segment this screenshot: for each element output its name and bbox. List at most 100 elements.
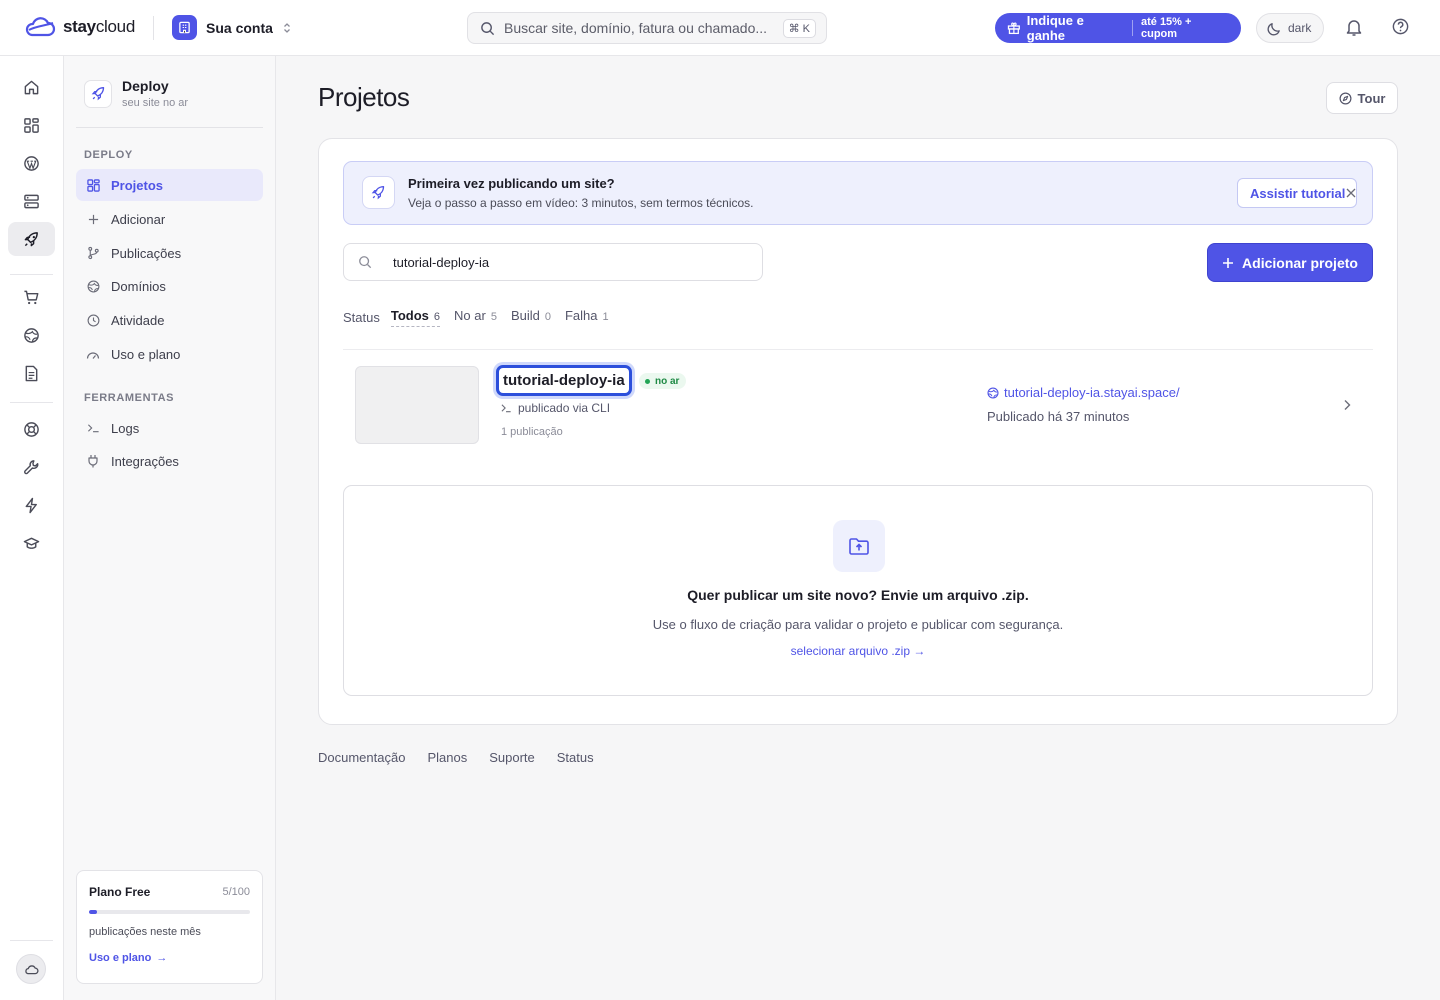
projects-card: Primeira vez publicando um site? Veja o … (318, 138, 1398, 725)
sidebar-item-projetos[interactable]: Projetos (76, 169, 263, 201)
referral-label: Indique e ganhe (1026, 13, 1084, 43)
upload-subtitle: Use o fluxo de criação para validar o pr… (652, 617, 1064, 632)
rail-item-domains[interactable] (8, 318, 55, 352)
arrow-right-icon: → (156, 952, 168, 964)
folder-upload-icon (833, 520, 885, 572)
sidebar-item-integracoes[interactable]: Integrações (76, 445, 263, 477)
zip-upload-dropzone[interactable]: Quer publicar um site novo? Envie um arq… (343, 485, 1373, 696)
theme-toggle[interactable]: dark (1256, 13, 1324, 43)
sidebar-item-label: Atividade (111, 312, 165, 328)
status-dot (645, 378, 650, 384)
bolt-icon (25, 497, 37, 513)
filter-no-ar[interactable]: No ar 5 (454, 308, 497, 326)
rail-item-support[interactable] (8, 412, 55, 446)
divider (1132, 20, 1133, 36)
divider (10, 402, 53, 403)
moon-icon (1267, 22, 1280, 35)
brand-logo[interactable]: staycloud (24, 16, 135, 38)
footer-link-suporte[interactable]: Suporte (489, 750, 535, 765)
section-label-tools: FERRAMENTAS (84, 392, 175, 404)
divider (10, 940, 53, 941)
rail-item-servers[interactable] (8, 184, 55, 218)
page-title: Projetos (318, 82, 410, 112)
tour-button[interactable]: Tour (1326, 82, 1398, 114)
rail-item-performance[interactable] (8, 488, 55, 522)
project-published-time: Publicado há 37 minutos (987, 409, 1130, 424)
rail-item-wordpress[interactable] (8, 146, 55, 180)
rocket-icon (24, 231, 38, 246)
status-badge: no ar (639, 373, 687, 389)
filter-todos[interactable]: Todos 6 (390, 308, 441, 327)
bell-icon[interactable] (1345, 17, 1363, 37)
sidebar-item-logs[interactable]: Logs (76, 412, 263, 444)
dashboard-icon (24, 117, 39, 133)
tour-label: Tour (1357, 90, 1386, 106)
account-switcher[interactable]: Sua conta (172, 15, 292, 40)
sidebar-item-publicacoes[interactable]: Publicações (76, 237, 263, 269)
status-filters: Status Todos 6 No ar 5 Build 0 Falha 1 (343, 307, 623, 327)
avatar[interactable] (16, 954, 46, 984)
plus-icon (1223, 257, 1234, 268)
footer-links: Documentação Planos Suporte Status (318, 750, 594, 765)
footer-link-status[interactable]: Status (557, 750, 594, 765)
global-search[interactable]: ⌘ K (467, 12, 827, 44)
globe-icon (987, 386, 999, 399)
add-project-button[interactable]: Adicionar projeto (1207, 243, 1373, 282)
rail-item-home[interactable] (8, 70, 55, 104)
plan-link[interactable]: Uso e plano → (89, 952, 250, 964)
help-icon[interactable] (1391, 17, 1410, 36)
terminal-icon (501, 404, 511, 413)
shortcut-hint: ⌘ K (782, 18, 816, 38)
project-search[interactable] (343, 243, 763, 281)
rocket-icon (84, 79, 112, 108)
project-name[interactable]: tutorial-deploy-ia (496, 365, 632, 396)
sidebar-item-dominios[interactable]: Domínios (76, 270, 263, 302)
sidebar-item-adicionar[interactable]: Adicionar (76, 203, 263, 235)
compass-icon (1339, 92, 1352, 104)
plan-note: publicações neste mês (89, 926, 201, 938)
building-icon (172, 15, 197, 40)
sidebar-item-label: Adicionar (111, 211, 166, 227)
project-url-link[interactable]: tutorial-deploy-ia.stayai.space/ (987, 385, 1180, 400)
project-search-input[interactable] (393, 254, 733, 270)
rail-item-dashboard[interactable] (8, 108, 55, 142)
select-zip-link[interactable]: selecionar arquivo .zip → (344, 644, 1372, 658)
cart-icon (24, 290, 39, 304)
filter-falha[interactable]: Falha 1 (565, 308, 609, 326)
sidebar-header: Deploy seu site no ar (84, 78, 188, 109)
server-icon (24, 194, 39, 208)
globe-icon (86, 279, 100, 293)
filter-build[interactable]: Build 0 (511, 308, 551, 326)
sidebar-item-label: Logs (111, 420, 140, 436)
wordpress-icon (24, 155, 39, 171)
rocket-icon (362, 176, 395, 209)
gauge-icon (86, 347, 100, 361)
home-icon (24, 80, 39, 94)
top-bar: staycloud Sua conta ⌘ K Indique e ganhe … (0, 0, 1440, 56)
rail-item-academy[interactable] (8, 526, 55, 560)
search-icon (359, 256, 372, 269)
sidebar-item-atividade[interactable]: Atividade (76, 304, 263, 336)
rail-item-tools[interactable] (8, 450, 55, 484)
rail-item-deploy[interactable] (8, 222, 55, 256)
sidebar-item-label: Uso e plano (111, 346, 181, 362)
sidebar-item-uso-e-plano[interactable]: Uso e plano (76, 338, 263, 370)
search-icon (481, 21, 495, 35)
rail-item-invoices[interactable] (8, 356, 55, 390)
referral-button[interactable]: Indique e ganhe até 15% + cupom (995, 13, 1241, 43)
global-search-input[interactable] (504, 20, 774, 36)
rail-item-shop[interactable] (8, 280, 55, 314)
footer-link-planos[interactable]: Planos (427, 750, 467, 765)
project-row[interactable]: tutorial-deploy-ia no ar publicado via C… (343, 350, 1373, 460)
plan-count: 5/100 (222, 886, 250, 898)
footer-link-documentacao[interactable]: Documentação (318, 750, 405, 765)
divider (76, 127, 263, 128)
banner-subtitle: Veja o passo a passo em vídeo: 3 minutos… (408, 196, 754, 210)
plus-icon (86, 212, 100, 226)
branch-icon (86, 246, 100, 260)
watch-tutorial-button[interactable]: Assistir tutorial (1237, 178, 1357, 208)
cloud-logo-icon (25, 17, 56, 37)
close-icon[interactable] (1344, 186, 1358, 200)
sidebar-item-label: Domínios (111, 278, 166, 294)
chevron-right-icon[interactable] (1343, 399, 1351, 411)
